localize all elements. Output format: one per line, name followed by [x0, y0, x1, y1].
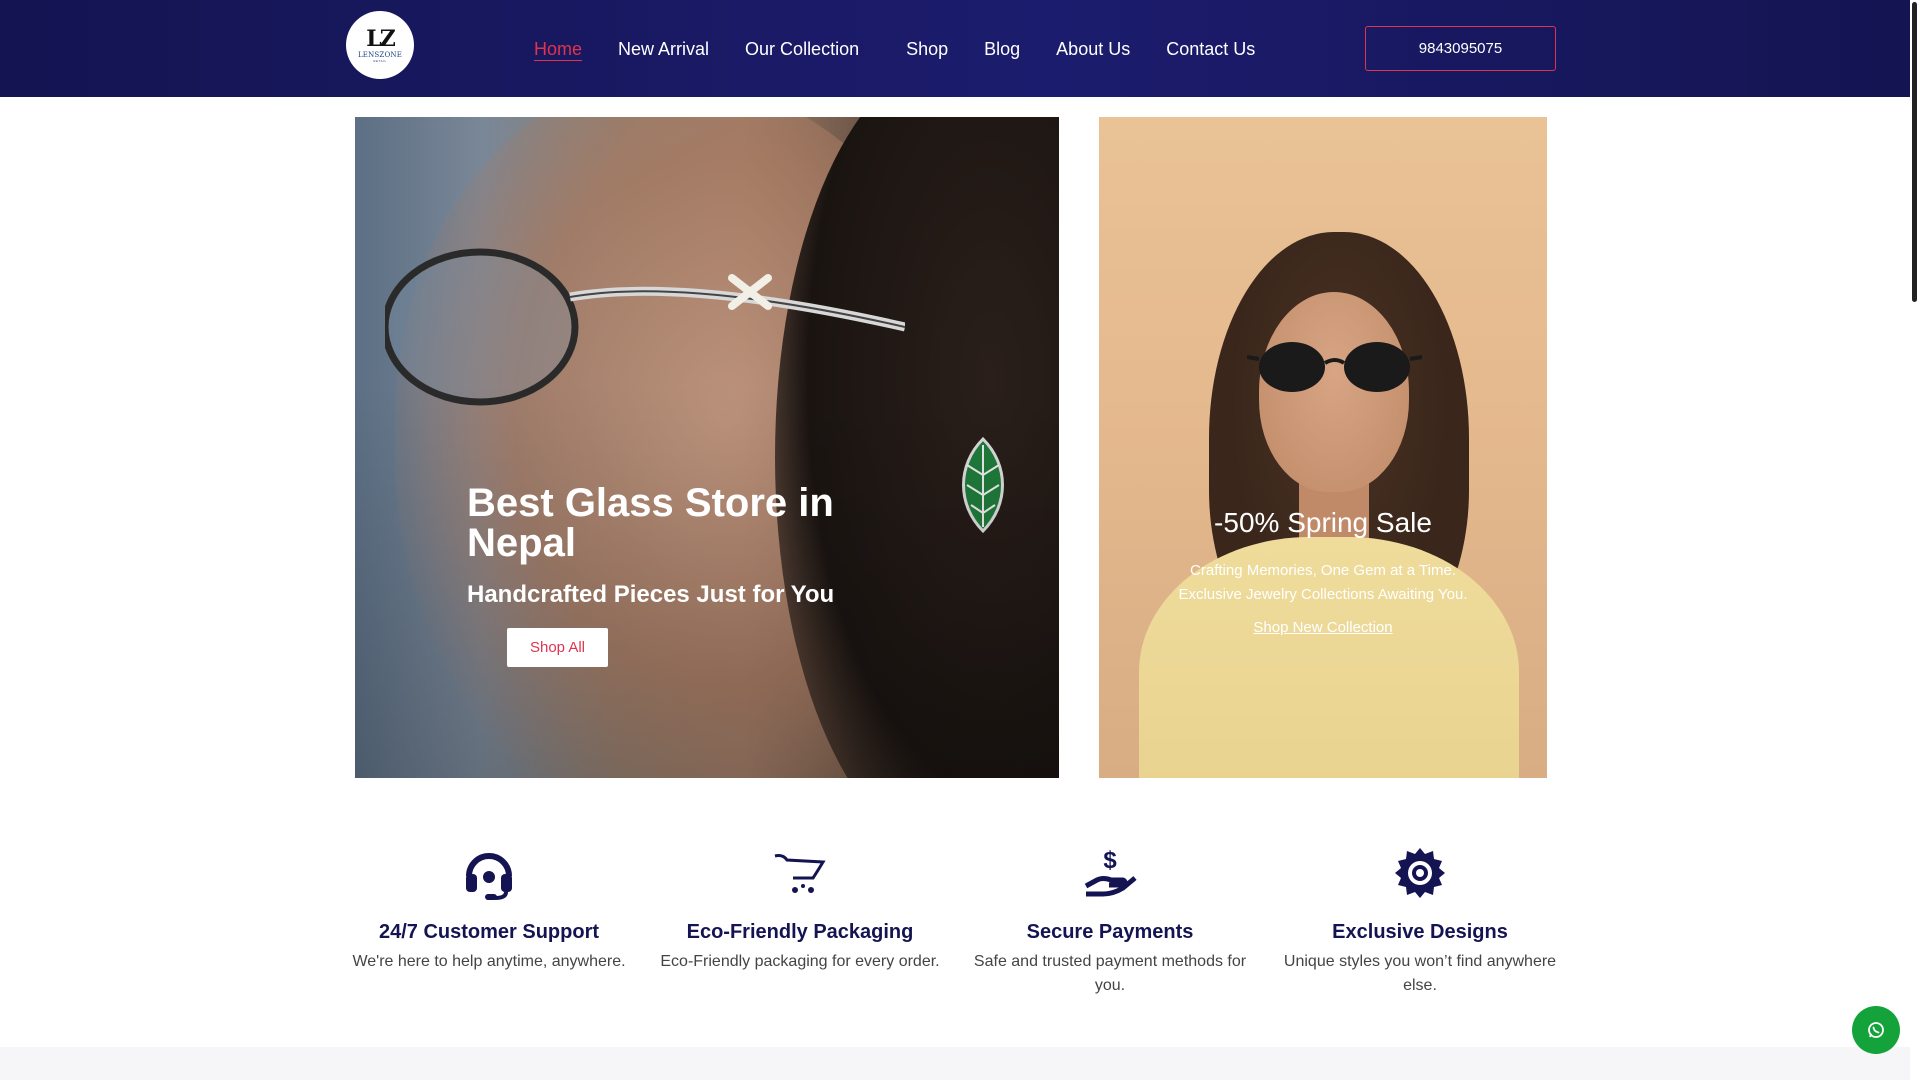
feature-text: Unique styles you won’t find anywhere el… — [1283, 953, 1557, 994]
logo-word: LENSZONE — [357, 50, 403, 59]
hero-title: Best Glass Store in Nepal — [467, 481, 834, 565]
site-logo[interactable]: LZ LENSZONE RETAIL — [346, 11, 414, 79]
gear-icon — [1275, 845, 1565, 901]
hero-banner-main: Best Glass Store in Nepal Handcrafted Pi… — [355, 117, 1059, 778]
headset-icon — [344, 845, 634, 901]
nav-new-arrival[interactable]: New Arrival — [618, 38, 709, 61]
site-header: LZ LENSZONE RETAIL Home New Arrival Our … — [0, 0, 1910, 97]
next-section-strip — [0, 1047, 1910, 1080]
cart-icon — [655, 845, 945, 901]
shop-new-collection-link[interactable]: Shop New Collection — [1099, 619, 1547, 636]
nav-contact-us[interactable]: Contact Us — [1166, 38, 1255, 61]
sale-description: Crafting Memories, One Gem at a Time. Ex… — [1099, 559, 1547, 607]
hero-overlay — [355, 117, 1059, 778]
shop-all-button[interactable]: Shop All — [507, 628, 608, 667]
nav-about-us[interactable]: About Us — [1056, 38, 1130, 61]
feature-title: Exclusive Designs — [1332, 921, 1508, 943]
phone-button[interactable]: 9843095075 — [1365, 26, 1556, 71]
page-scrollbar[interactable] — [1910, 0, 1920, 1080]
feature-text: Eco-Friendly packaging for every order. — [660, 953, 940, 970]
feature-exclusive-designs: Exclusive Designs Unique styles you won’… — [1275, 845, 1565, 998]
scrollbar-thumb[interactable] — [1912, 2, 1917, 302]
nav-our-collection[interactable]: Our Collection — [745, 38, 859, 61]
feature-text: Safe and trusted payment methods for you… — [973, 953, 1247, 994]
hero-banner-sale: -50% Spring Sale Crafting Memories, One … — [1099, 117, 1547, 778]
svg-text:$: $ — [1103, 847, 1117, 874]
feature-title: 24/7 Customer Support — [378, 921, 600, 943]
hero-subtitle: Handcrafted Pieces Just for You — [467, 581, 835, 608]
whatsapp-icon — [1868, 1022, 1884, 1038]
feature-secure-payments: $ Secure Payments Safe and trusted payme… — [965, 845, 1255, 998]
sale-title: -50% Spring Sale — [1214, 507, 1432, 538]
feature-customer-support: 24/7 Customer Support We're here to help… — [344, 845, 634, 974]
main-nav: Home New Arrival Our Collection Shop Blo… — [534, 38, 1291, 61]
sunglasses-illustration — [1247, 342, 1422, 392]
nav-blog[interactable]: Blog — [984, 38, 1020, 61]
whatsapp-button[interactable] — [1852, 1006, 1900, 1054]
feature-eco-packaging: Eco-Friendly Packaging Eco-Friendly pack… — [655, 845, 945, 974]
logo-sub: RETAIL — [373, 58, 387, 63]
feature-text: We're here to help anytime, anywhere. — [352, 953, 626, 970]
logo-mark: LZ — [366, 25, 395, 52]
sale-description-line-1: Crafting Memories, One Gem at a Time. — [1190, 562, 1456, 579]
nav-shop[interactable]: Shop — [906, 38, 948, 61]
feature-title: Secure Payments — [1026, 921, 1194, 943]
sale-description-line-2: Exclusive Jewelry Collections Awaiting Y… — [1178, 586, 1468, 603]
nav-home[interactable]: Home — [534, 38, 583, 61]
hand-dollar-icon: $ — [965, 845, 1255, 901]
feature-title: Eco-Friendly Packaging — [686, 921, 914, 943]
